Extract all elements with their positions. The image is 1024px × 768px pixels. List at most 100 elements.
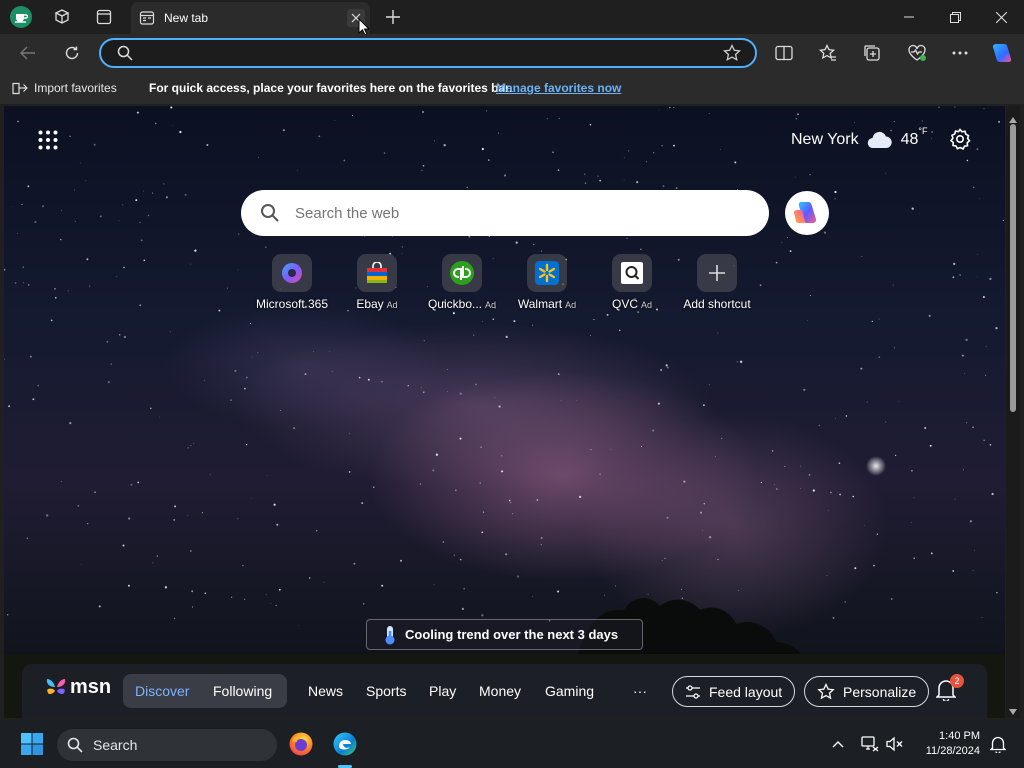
start-button[interactable] — [15, 728, 49, 760]
import-favorites-button[interactable]: Import favorites — [12, 81, 117, 95]
search-icon — [260, 203, 280, 228]
volume-muted-icon[interactable] — [878, 728, 912, 760]
web-search-box[interactable] — [241, 190, 769, 236]
new-tab-icon — [139, 10, 155, 31]
address-input[interactable] — [137, 44, 717, 62]
tab-discover[interactable]: Discover — [135, 683, 189, 699]
shortcut-label: Ebay — [356, 297, 384, 311]
weather-city: New York — [791, 131, 859, 148]
collections-icon[interactable] — [859, 41, 885, 65]
import-favorites-label: Import favorites — [34, 81, 117, 95]
import-icon — [12, 82, 28, 95]
shortcut-quickbooks[interactable]: Quickbo... Ad — [417, 254, 507, 316]
shortcut-microsoft-365[interactable]: Microsoft 365 — [247, 254, 337, 316]
vertical-tabs-icon[interactable] — [92, 6, 116, 28]
tab-new-tab[interactable]: New tab — [131, 2, 370, 34]
shortcut-label: Quickbo... — [427, 297, 482, 311]
nav-gaming[interactable]: Gaming — [545, 683, 594, 699]
scrollbar-thumb[interactable] — [1010, 124, 1016, 412]
split-screen-icon[interactable] — [771, 41, 797, 65]
favorites-bar: Import favorites For quick access, place… — [0, 72, 1024, 104]
microsoft-365-icon — [272, 254, 312, 292]
shortcut-label: Walmart — [517, 297, 563, 311]
copilot-button[interactable] — [785, 191, 829, 235]
taskbar-search-label: Search — [93, 737, 138, 753]
nav-news[interactable]: News — [308, 683, 343, 699]
favorites-icon[interactable] — [815, 41, 841, 65]
nav-sports[interactable]: Sports — [366, 683, 406, 699]
clock-date: 11/28/2024 — [925, 745, 980, 757]
restore-button[interactable] — [932, 0, 978, 34]
title-bar: New tab — [0, 0, 1024, 36]
thermometer-icon — [385, 625, 395, 644]
ad-badge: Ad — [641, 300, 653, 310]
cloud-icon — [867, 131, 892, 149]
weather-widget[interactable]: New York 48°F — [791, 126, 928, 149]
nav-more-button[interactable]: ··· — [633, 683, 647, 699]
notification-count-badge: 2 — [950, 674, 964, 688]
windows-taskbar: Search 1:40 PM 11/28/2024 — [0, 720, 1024, 768]
shortcut-qvc[interactable]: QVC Ad — [587, 254, 677, 316]
favorite-star-icon[interactable] — [723, 43, 741, 67]
ad-badge: Ad — [386, 300, 398, 310]
windows-logo-icon — [21, 733, 43, 755]
shortcut-label: Microsoft 365 — [255, 297, 329, 311]
nav-money[interactable]: Money — [479, 683, 521, 699]
ad-badge: Ad — [565, 300, 577, 310]
more-options-icon[interactable] — [947, 41, 973, 65]
search-icon — [67, 737, 83, 753]
close-window-button[interactable] — [978, 0, 1024, 34]
toolbar — [0, 34, 1024, 72]
weather-temperature: 48°F — [900, 126, 928, 148]
web-search-input[interactable] — [295, 204, 735, 222]
show-hidden-icons-button[interactable] — [821, 728, 855, 760]
taskbar-search-box[interactable]: Search — [57, 729, 277, 761]
feed-layout-button[interactable]: Feed layout — [672, 676, 796, 707]
system-clock[interactable]: 1:40 PM 11/28/2024 — [916, 729, 980, 759]
notification-center-icon[interactable] — [981, 728, 1015, 760]
sliders-icon — [686, 684, 700, 699]
profile-icon[interactable] — [9, 6, 33, 28]
personalize-label: Personalize — [843, 683, 917, 700]
feed-layout-label: Feed layout — [709, 683, 783, 700]
search-icon — [117, 45, 133, 66]
page-settings-icon[interactable] — [949, 128, 971, 150]
quickbooks-icon — [442, 254, 482, 292]
weather-trend-banner[interactable]: Cooling trend over the next 3 days — [366, 619, 643, 650]
ebay-icon — [357, 254, 397, 292]
copilot-icon — [793, 202, 817, 223]
qvc-icon — [612, 254, 652, 292]
address-bar[interactable] — [99, 38, 757, 68]
star-sparkle-icon — [817, 682, 835, 699]
edge-taskbar-icon[interactable] — [328, 728, 362, 760]
back-button[interactable] — [15, 41, 41, 65]
personalize-button[interactable]: Personalize — [804, 676, 930, 707]
copilot-icon[interactable] — [989, 41, 1015, 65]
new-tab-button[interactable] — [381, 6, 405, 28]
tab-following[interactable]: Following — [213, 683, 272, 699]
msn-logo[interactable]: msn — [44, 676, 111, 699]
app-launcher-icon[interactable] — [38, 130, 58, 150]
nav-play[interactable]: Play — [429, 683, 456, 699]
shortcut-walmart[interactable]: Walmart Ad — [502, 254, 592, 316]
scroll-down-arrow-icon[interactable] — [1009, 702, 1017, 720]
new-tab-page: New York 48°F Microsoft 365 EbayAd Quick… — [4, 106, 1005, 718]
workspaces-icon[interactable] — [50, 6, 74, 28]
shortcut-add[interactable]: Add shortcut — [672, 254, 762, 316]
firefox-taskbar-icon[interactable] — [284, 728, 318, 760]
clock-time: 1:40 PM — [939, 730, 980, 742]
shortcut-ebay[interactable]: Ebay Ad — [332, 254, 422, 316]
page-scrollbar[interactable] — [1006, 106, 1020, 718]
refresh-button[interactable] — [59, 41, 85, 65]
feed-tab-switch: Discover Following — [123, 674, 287, 708]
msn-logo-text: msn — [70, 676, 112, 698]
ad-badge: Ad — [485, 300, 497, 310]
weather-trend-text: Cooling trend over the next 3 days — [405, 627, 619, 642]
minimize-button[interactable] — [886, 0, 932, 34]
walmart-icon — [527, 254, 567, 292]
chevron-up-icon — [832, 741, 844, 748]
browser-essentials-icon[interactable] — [904, 41, 930, 65]
tab-title: New tab — [164, 11, 209, 25]
manage-favorites-link[interactable]: Manage favorites now — [496, 81, 621, 95]
shortcut-label: QVC — [611, 297, 638, 311]
